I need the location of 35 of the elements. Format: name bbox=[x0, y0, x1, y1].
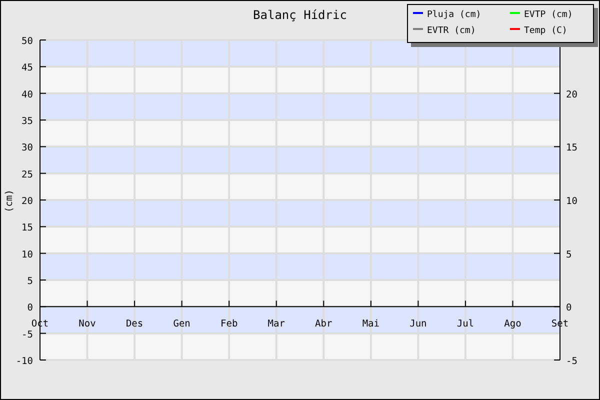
tick-label: Abr bbox=[315, 318, 332, 330]
tick-label: 30 bbox=[22, 142, 33, 154]
tick-label: 5 bbox=[566, 249, 572, 260]
axis-label: (cm) bbox=[4, 190, 15, 212]
legend-label: EVTR (cm) bbox=[427, 26, 476, 36]
legend-label: EVTP (cm) bbox=[524, 10, 573, 20]
tick-label: 45 bbox=[22, 62, 33, 74]
tick-label: Des bbox=[126, 318, 144, 330]
legend-label: Temp (C) bbox=[524, 26, 568, 36]
tick-label: Jun bbox=[410, 318, 427, 330]
tick-label: Gen bbox=[173, 318, 190, 330]
legend-label: Pluja (cm) bbox=[427, 10, 482, 20]
tick-label: -5 bbox=[566, 356, 578, 367]
tick-label: 5 bbox=[27, 276, 33, 287]
tick-label: Mai bbox=[362, 318, 380, 330]
tick-label: 50 bbox=[22, 36, 33, 47]
tick-label: 35 bbox=[22, 116, 33, 127]
tick-label: 25 bbox=[22, 169, 33, 180]
chart-title: Balanç Hídric bbox=[253, 8, 347, 22]
tick-label: 40 bbox=[22, 89, 33, 100]
tick-label: 20 bbox=[22, 196, 33, 207]
tick-label: 20 bbox=[566, 89, 578, 100]
tick-label: 0 bbox=[27, 302, 33, 314]
tick-label: -5 bbox=[22, 329, 33, 340]
tick-label: 15 bbox=[566, 142, 578, 154]
tick-label: 10 bbox=[566, 196, 578, 207]
tick-label: Mar bbox=[268, 318, 285, 330]
tick-label: -10 bbox=[16, 356, 33, 367]
tick-label: Jul bbox=[456, 318, 474, 330]
tick-label: 15 bbox=[22, 222, 33, 234]
tick-label: Nov bbox=[78, 318, 96, 330]
tick-label: 0 bbox=[566, 302, 572, 314]
tick-label: Ago bbox=[504, 318, 522, 330]
tick-label: Feb bbox=[220, 318, 238, 330]
tick-label: 10 bbox=[22, 249, 33, 260]
